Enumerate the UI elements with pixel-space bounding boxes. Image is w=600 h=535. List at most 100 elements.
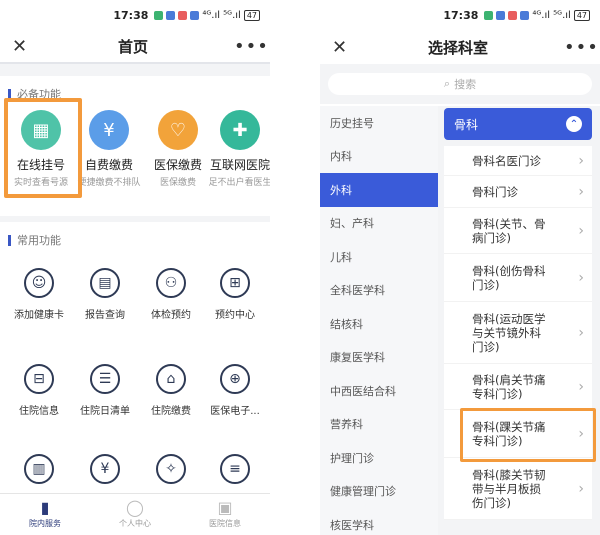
notification-icon <box>178 10 188 20</box>
must-item-subtitle: 医保缴费 <box>159 178 196 188</box>
clinic-label: 骨科(肩关节痛专科门诊) <box>472 372 546 401</box>
notification-icon <box>508 10 518 20</box>
department-item[interactable]: 康复医学科 <box>320 341 438 375</box>
tab-item[interactable]: ▮ 院内服务 <box>0 494 90 535</box>
clinic-item[interactable]: 骨科名医门诊 › <box>444 146 592 176</box>
home-screen: 17:38 ⁴ᴳ.ıl ⁵ᴳ.ıl 47 ✕ 首页 ••• 必备功能 ▦ 在线挂号… <box>0 0 270 535</box>
clinic-item[interactable]: 骨科(膝关节韧带与半月板损伤门诊) › <box>444 458 592 520</box>
status-bar: 17:38 ⁴ᴳ.ıl ⁵ᴳ.ıl 47 <box>320 0 600 30</box>
person-icon: ◯ <box>126 498 144 517</box>
yuan-icon: ¥ <box>90 454 120 484</box>
search-area: ⌕ 搜索 <box>320 64 600 104</box>
notification-icon <box>520 10 530 20</box>
notification-icon <box>154 10 164 20</box>
tab-label: 院内服务 <box>29 519 61 528</box>
clinic-label: 骨科名医门诊 <box>472 153 541 168</box>
status-time: 17:38 <box>113 8 149 22</box>
notification-icon <box>484 10 494 20</box>
department-item[interactable]: 营养科 <box>320 408 438 442</box>
common-item-label: 预约中心 <box>215 310 255 321</box>
must-item-label: 医保缴费 <box>153 158 202 172</box>
clinic-item[interactable]: 骨科(创伤骨科门诊) › <box>444 254 592 302</box>
chevron-right-icon: › <box>578 324 584 341</box>
common-item[interactable]: ☺ 添加健康卡 <box>6 268 72 321</box>
chevron-right-icon: › <box>578 269 584 286</box>
tab-item[interactable]: ◯ 个人中心 <box>90 494 180 535</box>
common-item[interactable]: ¥ <box>72 454 138 492</box>
common-item[interactable]: ⊕ 医保电子... <box>202 364 268 417</box>
title-bar: ✕ 首页 ••• <box>0 30 270 64</box>
signal-icon: ⁴ᴳ.ıl ⁵ᴳ.ıl <box>532 9 571 21</box>
common-item-label: 体检预约 <box>151 310 191 321</box>
notification-icon <box>190 10 200 20</box>
note-icon: ≡ <box>220 454 250 484</box>
common-item[interactable]: ≡ <box>202 454 268 492</box>
department-item[interactable]: 结核科 <box>320 307 438 341</box>
more-icon[interactable]: ••• <box>234 36 268 57</box>
medkit-icon: ✚ <box>220 110 260 150</box>
common-item[interactable]: ⌂ 住院缴费 <box>138 364 204 417</box>
clinic-list: 骨科名医门诊 › 骨科门诊 › 骨科(关节、骨病门诊) › 骨科(创伤骨科门诊) › 骨科(运动… <box>444 146 592 520</box>
department-item[interactable]: 历史挂号 <box>320 106 438 140</box>
common-item-label: 报告查询 <box>85 310 125 321</box>
chevron-right-icon: › <box>578 378 584 395</box>
battery-icon: 47 <box>573 9 590 21</box>
building-icon: ▣ <box>217 498 233 517</box>
department-item[interactable]: 健康管理门诊 <box>320 475 438 509</box>
clinic-label: 骨科(膝关节韧带与半月板损伤门诊) <box>472 467 546 510</box>
clinic-item[interactable]: 骨科(运动医学与关节镜外科门诊) › <box>444 302 592 364</box>
common-item[interactable]: ☰ 住院日清单 <box>72 364 138 417</box>
common-item[interactable]: ⊟ 住院信息 <box>6 364 72 417</box>
department-item[interactable]: 妇、产科 <box>320 207 438 241</box>
status-time: 17:38 <box>443 8 479 22</box>
department-item[interactable]: 内科 <box>320 140 438 174</box>
chevron-right-icon: › <box>578 480 584 497</box>
close-icon[interactable]: ✕ <box>332 37 352 58</box>
common-item-label: 添加健康卡 <box>14 310 64 321</box>
department-screen: 17:38 ⁴ᴳ.ıl ⁵ᴳ.ıl 47 ✕ 选择科室 ••• ⌕ 搜索 历史挂… <box>320 0 600 535</box>
section-title: 常用功能 <box>0 222 270 248</box>
clinic-label: 骨科(运动医学与关节镜外科门诊) <box>472 311 546 354</box>
highlight-box <box>460 408 596 462</box>
clinic-item[interactable]: 骨科(关节、骨病门诊) › <box>444 208 592 254</box>
notification-icon <box>496 10 506 20</box>
user-icon: ☺ <box>24 268 54 298</box>
doc-icon: ▥ <box>24 454 54 484</box>
common-item-label: 医保电子... <box>210 406 260 417</box>
common-item[interactable]: ▥ <box>6 454 72 492</box>
chevron-right-icon: › <box>578 152 584 169</box>
search-placeholder: 搜索 <box>454 78 477 91</box>
must-item[interactable]: ♡ 医保缴费 医保缴费 <box>143 110 213 188</box>
close-icon[interactable]: ✕ <box>12 36 32 57</box>
box-plus-icon: ⊞ <box>220 268 250 298</box>
report-icon: ▤ <box>90 268 120 298</box>
collapse-icon[interactable]: ⌃ <box>566 116 582 132</box>
clinic-item[interactable]: 骨科(肩关节痛专科门诊) › <box>444 364 592 410</box>
must-item-subtitle: 足不出户看医生 <box>208 178 270 188</box>
department-item[interactable]: 外科 <box>320 173 438 207</box>
must-item[interactable]: ¥ 自费缴费 便捷缴费不排队 <box>74 110 144 188</box>
clinic-label: 骨科(创伤骨科门诊) <box>472 263 546 292</box>
clinic-item[interactable]: 骨科门诊 › <box>444 176 592 208</box>
common-item[interactable]: ⊞ 预约中心 <box>202 268 268 321</box>
department-item[interactable]: 护理门诊 <box>320 441 438 475</box>
notification-icon <box>166 10 176 20</box>
search-input[interactable]: ⌕ 搜索 <box>328 73 592 95</box>
chevron-right-icon: › <box>578 222 584 239</box>
must-item-subtitle: 便捷缴费不排队 <box>77 178 141 188</box>
department-item[interactable]: 全科医学科 <box>320 274 438 308</box>
common-item[interactable]: ⚇ 体检预约 <box>138 268 204 321</box>
must-item-label: 自费缴费 <box>84 158 133 172</box>
must-item[interactable]: ✚ 互联网医院 足不出户看医生 <box>205 110 270 188</box>
more-icon[interactable]: ••• <box>564 37 598 58</box>
department-item[interactable]: 儿科 <box>320 240 438 274</box>
common-item[interactable]: ✧ <box>138 454 204 492</box>
department-item[interactable]: 核医学科 <box>320 508 438 535</box>
category-header[interactable]: 骨科 ⌃ <box>444 108 592 140</box>
department-list: 历史挂号 内科 外科 妇、产科 儿科 全科医学科 结核科 康复医学科 中西医结合科 营养科 护理门诊… <box>320 106 438 535</box>
tab-item[interactable]: ▣ 医院信息 <box>180 494 270 535</box>
common-item[interactable]: ▤ 报告查询 <box>72 268 138 321</box>
category-label: 骨科 <box>454 117 479 132</box>
department-item[interactable]: 中西医结合科 <box>320 374 438 408</box>
pulse-card-icon: ♡ <box>158 110 198 150</box>
